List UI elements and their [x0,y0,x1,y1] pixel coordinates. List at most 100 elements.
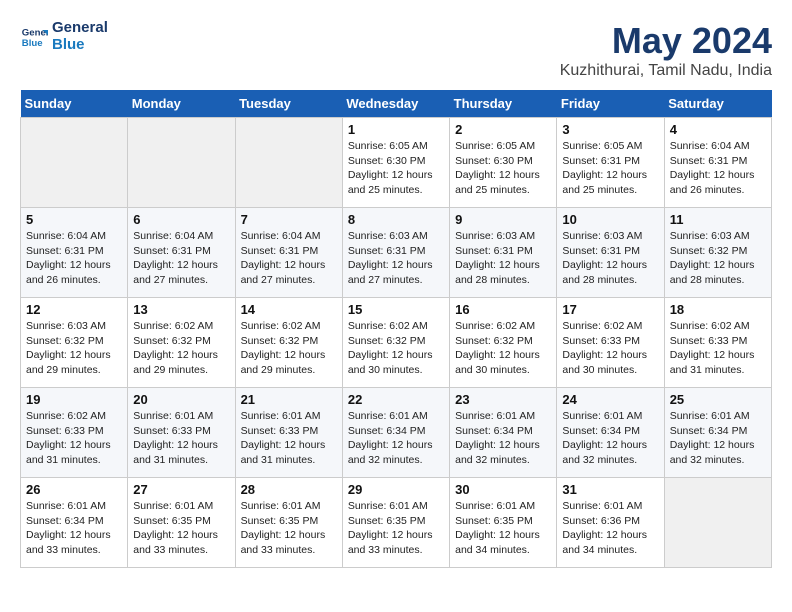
day-info: Sunrise: 6:05 AM Sunset: 6:31 PM Dayligh… [562,139,658,198]
day-info: Sunrise: 6:03 AM Sunset: 6:31 PM Dayligh… [455,229,551,288]
day-number: 23 [455,392,551,407]
calendar-day: 22 Sunrise: 6:01 AM Sunset: 6:34 PM Dayli… [342,388,449,478]
day-info: Sunrise: 6:02 AM Sunset: 6:33 PM Dayligh… [26,409,122,468]
day-info: Sunrise: 6:02 AM Sunset: 6:33 PM Dayligh… [562,319,658,378]
calendar-day: 20 Sunrise: 6:01 AM Sunset: 6:33 PM Dayli… [128,388,235,478]
day-info: Sunrise: 6:05 AM Sunset: 6:30 PM Dayligh… [455,139,551,198]
day-info: Sunrise: 6:01 AM Sunset: 6:33 PM Dayligh… [241,409,337,468]
day-info: Sunrise: 6:01 AM Sunset: 6:35 PM Dayligh… [348,499,444,558]
location: Kuzhithurai, Tamil Nadu, India [560,62,772,80]
day-number: 8 [348,212,444,227]
svg-text:General: General [22,27,48,38]
logo-icon: General Blue [20,23,48,51]
weekday-header: Thursday [450,90,557,118]
calendar-day: 23 Sunrise: 6:01 AM Sunset: 6:34 PM Dayli… [450,388,557,478]
day-info: Sunrise: 6:03 AM Sunset: 6:32 PM Dayligh… [26,319,122,378]
day-number: 24 [562,392,658,407]
day-number: 7 [241,212,337,227]
day-info: Sunrise: 6:01 AM Sunset: 6:35 PM Dayligh… [455,499,551,558]
day-info: Sunrise: 6:01 AM Sunset: 6:34 PM Dayligh… [562,409,658,468]
day-number: 1 [348,122,444,137]
calendar-day: 18 Sunrise: 6:02 AM Sunset: 6:33 PM Dayli… [664,298,771,388]
calendar-day: 8 Sunrise: 6:03 AM Sunset: 6:31 PM Daylig… [342,208,449,298]
day-number: 6 [133,212,229,227]
calendar-day: 11 Sunrise: 6:03 AM Sunset: 6:32 PM Dayli… [664,208,771,298]
day-number: 16 [455,302,551,317]
day-info: Sunrise: 6:02 AM Sunset: 6:32 PM Dayligh… [455,319,551,378]
calendar-day: 25Sunrise: 6:01 AM Sunset: 6:34 PM Dayli… [664,388,771,478]
calendar-day: 6 Sunrise: 6:04 AM Sunset: 6:31 PM Daylig… [128,208,235,298]
day-number: 20 [133,392,229,407]
calendar-day: 27 Sunrise: 6:01 AM Sunset: 6:35 PM Dayli… [128,478,235,568]
title-block: May 2024 Kuzhithurai, Tamil Nadu, India [560,20,772,80]
calendar-day: 4 Sunrise: 6:04 AM Sunset: 6:31 PM Daylig… [664,118,771,208]
day-number: 26 [26,482,122,497]
weekday-header: Wednesday [342,90,449,118]
calendar-day: 31Sunrise: 6:01 AM Sunset: 6:36 PM Dayli… [557,478,664,568]
empty-day [21,118,128,208]
calendar-day: 26Sunrise: 6:01 AM Sunset: 6:34 PM Dayli… [21,478,128,568]
weekday-header: Friday [557,90,664,118]
day-number: 18 [670,302,766,317]
weekday-header: Sunday [21,90,128,118]
logo: General Blue GeneralBlue [20,20,108,53]
day-info: Sunrise: 6:01 AM Sunset: 6:33 PM Dayligh… [133,409,229,468]
day-info: Sunrise: 6:03 AM Sunset: 6:32 PM Dayligh… [670,229,766,288]
day-number: 13 [133,302,229,317]
day-number: 5 [26,212,122,227]
day-number: 2 [455,122,551,137]
day-number: 22 [348,392,444,407]
day-info: Sunrise: 6:01 AM Sunset: 6:34 PM Dayligh… [348,409,444,468]
weekday-header: Tuesday [235,90,342,118]
calendar-day: 10Sunrise: 6:03 AM Sunset: 6:31 PM Dayli… [557,208,664,298]
day-info: Sunrise: 6:02 AM Sunset: 6:32 PM Dayligh… [133,319,229,378]
calendar-day: 24 Sunrise: 6:01 AM Sunset: 6:34 PM Dayli… [557,388,664,478]
calendar-day: 12Sunrise: 6:03 AM Sunset: 6:32 PM Dayli… [21,298,128,388]
calendar-day: 19 Sunrise: 6:02 AM Sunset: 6:33 PM Dayli… [21,388,128,478]
calendar-day: 28Sunrise: 6:01 AM Sunset: 6:35 PM Dayli… [235,478,342,568]
day-number: 25 [670,392,766,407]
day-info: Sunrise: 6:05 AM Sunset: 6:30 PM Dayligh… [348,139,444,198]
day-info: Sunrise: 6:01 AM Sunset: 6:34 PM Dayligh… [455,409,551,468]
day-number: 15 [348,302,444,317]
calendar-day: 14 Sunrise: 6:02 AM Sunset: 6:32 PM Dayli… [235,298,342,388]
day-number: 30 [455,482,551,497]
day-info: Sunrise: 6:03 AM Sunset: 6:31 PM Dayligh… [562,229,658,288]
calendar-day: 5 Sunrise: 6:04 AM Sunset: 6:31 PM Daylig… [21,208,128,298]
calendar-day: 15Sunrise: 6:02 AM Sunset: 6:32 PM Dayli… [342,298,449,388]
calendar-day: 13 Sunrise: 6:02 AM Sunset: 6:32 PM Dayli… [128,298,235,388]
day-number: 4 [670,122,766,137]
day-number: 19 [26,392,122,407]
day-info: Sunrise: 6:04 AM Sunset: 6:31 PM Dayligh… [133,229,229,288]
calendar-day: 1 Sunrise: 6:05 AM Sunset: 6:30 PM Daylig… [342,118,449,208]
day-info: Sunrise: 6:03 AM Sunset: 6:31 PM Dayligh… [348,229,444,288]
day-info: Sunrise: 6:04 AM Sunset: 6:31 PM Dayligh… [670,139,766,198]
day-info: Sunrise: 6:01 AM Sunset: 6:35 PM Dayligh… [133,499,229,558]
day-number: 27 [133,482,229,497]
empty-day [128,118,235,208]
day-number: 29 [348,482,444,497]
day-number: 21 [241,392,337,407]
logo-text: GeneralBlue [52,20,108,53]
day-number: 11 [670,212,766,227]
empty-day [235,118,342,208]
day-info: Sunrise: 6:04 AM Sunset: 6:31 PM Dayligh… [241,229,337,288]
calendar-day: 9 Sunrise: 6:03 AM Sunset: 6:31 PM Daylig… [450,208,557,298]
calendar-day: 29 Sunrise: 6:01 AM Sunset: 6:35 PM Dayli… [342,478,449,568]
calendar-day: 21 Sunrise: 6:01 AM Sunset: 6:33 PM Dayli… [235,388,342,478]
day-number: 9 [455,212,551,227]
day-number: 28 [241,482,337,497]
weekday-header: Monday [128,90,235,118]
month-title: May 2024 [560,20,772,62]
calendar-table: SundayMondayTuesdayWednesdayThursdayFrid… [20,90,772,568]
day-info: Sunrise: 6:04 AM Sunset: 6:31 PM Dayligh… [26,229,122,288]
day-info: Sunrise: 6:02 AM Sunset: 6:33 PM Dayligh… [670,319,766,378]
calendar-day: 7 Sunrise: 6:04 AM Sunset: 6:31 PM Daylig… [235,208,342,298]
day-info: Sunrise: 6:02 AM Sunset: 6:32 PM Dayligh… [241,319,337,378]
page-header: General Blue GeneralBlue May 2024 Kuzhit… [20,20,772,80]
empty-day [664,478,771,568]
calendar-day: 17Sunrise: 6:02 AM Sunset: 6:33 PM Dayli… [557,298,664,388]
day-number: 14 [241,302,337,317]
calendar-day: 3Sunrise: 6:05 AM Sunset: 6:31 PM Daylig… [557,118,664,208]
calendar-day: 16 Sunrise: 6:02 AM Sunset: 6:32 PM Dayli… [450,298,557,388]
